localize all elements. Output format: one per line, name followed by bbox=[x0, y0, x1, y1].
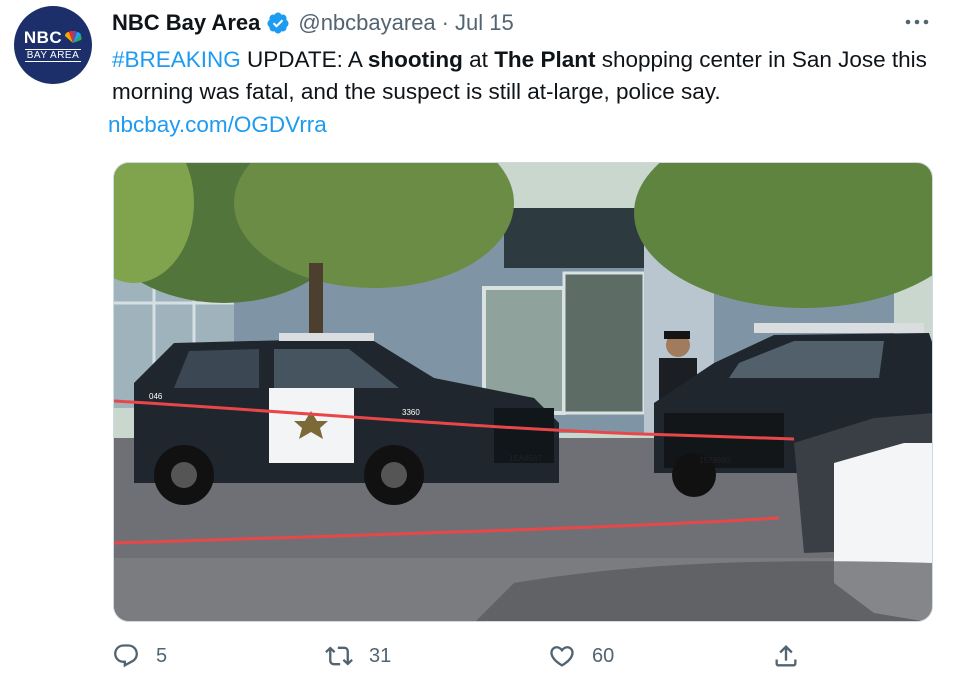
share-button[interactable] bbox=[772, 642, 816, 670]
reply-count: 5 bbox=[156, 644, 168, 667]
tweet-text-part: UPDATE: A bbox=[240, 47, 368, 72]
retweet-button[interactable]: 31 bbox=[325, 642, 391, 670]
police-scene-illustration: 3360 1EA4567 1579980 046 bbox=[114, 163, 932, 621]
like-icon bbox=[550, 646, 574, 667]
verified-icon bbox=[267, 12, 289, 34]
avatar[interactable]: NBC BAY AREA bbox=[14, 6, 92, 84]
display-name[interactable]: NBC Bay Area bbox=[112, 10, 260, 36]
peacock-icon bbox=[65, 31, 82, 43]
handle[interactable]: @nbcbayarea bbox=[298, 10, 435, 36]
tweet-bold-shooting: shooting bbox=[367, 47, 463, 72]
more-icon[interactable] bbox=[904, 10, 930, 34]
retweet-count: 31 bbox=[369, 644, 392, 667]
retweet-icon bbox=[325, 646, 353, 666]
tweet-url-link[interactable]: nbcbay.com/OGDVrra bbox=[108, 110, 327, 140]
unit-label: 046 bbox=[149, 392, 163, 401]
vehicle-number: 3360 bbox=[402, 408, 420, 417]
tweet-text: #BREAKING UPDATE: A shooting at The Plan… bbox=[112, 44, 942, 108]
like-button[interactable]: 60 bbox=[548, 642, 614, 670]
reply-button[interactable]: 5 bbox=[112, 642, 167, 670]
separator: · bbox=[441, 10, 449, 35]
license-plate-right: 1579980 bbox=[699, 456, 731, 465]
share-icon bbox=[775, 645, 797, 667]
nbc-logo-subtext: BAY AREA bbox=[24, 48, 82, 62]
hashtag-link[interactable]: #BREAKING bbox=[112, 47, 241, 72]
tweet-actions: 5 31 60 bbox=[0, 642, 960, 678]
tweet-image[interactable]: 3360 1EA4567 1579980 046 bbox=[113, 162, 933, 622]
license-plate-left: 1EA4567 bbox=[509, 454, 542, 463]
tweet-bold-the-plant: The Plant bbox=[494, 47, 596, 72]
tweet-text-part: at bbox=[462, 47, 495, 72]
reply-icon bbox=[114, 644, 138, 668]
like-count: 60 bbox=[592, 644, 615, 667]
tweet-header: NBC Bay Area @nbcbayarea · Jul 15 bbox=[112, 8, 514, 38]
nbc-logo-text: NBC bbox=[23, 27, 63, 47]
tweet-date[interactable]: Jul 15 bbox=[455, 10, 514, 36]
